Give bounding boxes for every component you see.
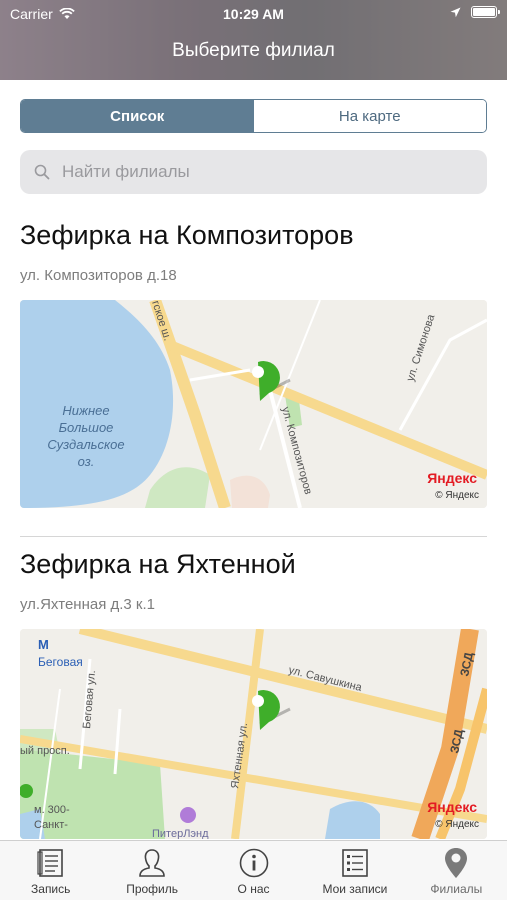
tab-label: Мои записи xyxy=(322,882,388,896)
page-title: Выберите филиал xyxy=(172,40,335,61)
search-icon xyxy=(34,164,50,180)
map-label: ПитерЛэнд xyxy=(152,828,209,839)
map-label: Суздальское xyxy=(47,437,124,452)
metro-icon: M xyxy=(38,637,49,652)
search-bar xyxy=(20,150,487,194)
document-icon xyxy=(37,849,63,877)
yandex-logo: Яндекс xyxy=(427,799,477,815)
branch-map[interactable]: Нижнее Большое Суздальское оз. ул. Компо… xyxy=(20,300,487,508)
yandex-logo: Яндекс xyxy=(427,470,477,486)
battery-icon xyxy=(471,6,500,18)
svg-text:M: M xyxy=(38,637,49,652)
map-label: Нижнее xyxy=(62,403,109,418)
map-copyright: © Яндекс xyxy=(435,490,479,501)
list-view-button[interactable]: Список xyxy=(21,100,254,132)
view-toggle: Список На карте xyxy=(20,99,487,133)
search-input[interactable] xyxy=(62,162,462,182)
tab-booking[interactable]: Запись xyxy=(0,841,101,900)
branch-name: Зефирка на Яхтенной xyxy=(20,549,296,579)
navigation-header: Carrier 10:29 AM Выберите филиал xyxy=(0,0,507,80)
divider xyxy=(20,536,487,537)
status-bar: Carrier 10:29 AM xyxy=(0,0,507,28)
location-pin-icon xyxy=(445,848,468,878)
tab-label: Профиль xyxy=(126,882,179,896)
branch-name: Зефирка на Композиторов xyxy=(20,220,354,250)
tab-about[interactable]: О нас xyxy=(203,841,304,900)
branch-map[interactable]: M Беговая Беговая ул. ул. Савушкина Яхте… xyxy=(20,629,487,839)
map-label: Беговая xyxy=(38,655,83,669)
info-icon xyxy=(239,848,268,878)
map-label: Большое xyxy=(59,420,114,435)
tab-profile[interactable]: Профиль xyxy=(101,841,202,900)
branch-address: ул. Композиторов д.18 xyxy=(20,267,177,284)
tab-label: Запись xyxy=(31,882,71,896)
status-time: 10:29 AM xyxy=(223,6,284,22)
branch-card[interactable]: Зефирка на Композиторов ул. Композиторов… xyxy=(20,220,487,508)
tab-my-bookings[interactable]: Мои записи xyxy=(304,841,405,900)
map-label: Санкт- xyxy=(34,819,68,831)
tab-label: О нас xyxy=(237,882,270,896)
profile-icon xyxy=(139,849,165,877)
tab-label: Филиалы xyxy=(430,882,483,896)
tab-branches[interactable]: Филиалы xyxy=(406,841,507,900)
tab-bar: Запись Профиль О нас Мои записи Филиалы xyxy=(0,840,507,900)
map-copyright: © Яндекс xyxy=(435,819,479,830)
list-icon xyxy=(342,849,368,877)
map-label: оз. xyxy=(78,454,95,469)
location-arrow-icon xyxy=(450,7,461,17)
map-label: ый просп. xyxy=(20,745,70,757)
branch-address: ул.Яхтенная д.3 к.1 xyxy=(20,596,155,613)
map-view-button[interactable]: На карте xyxy=(253,100,486,132)
map-label: м. 300- xyxy=(34,804,70,816)
branch-card[interactable]: Зефирка на Яхтенной ул.Яхтенная д.3 к.1 … xyxy=(20,549,487,839)
